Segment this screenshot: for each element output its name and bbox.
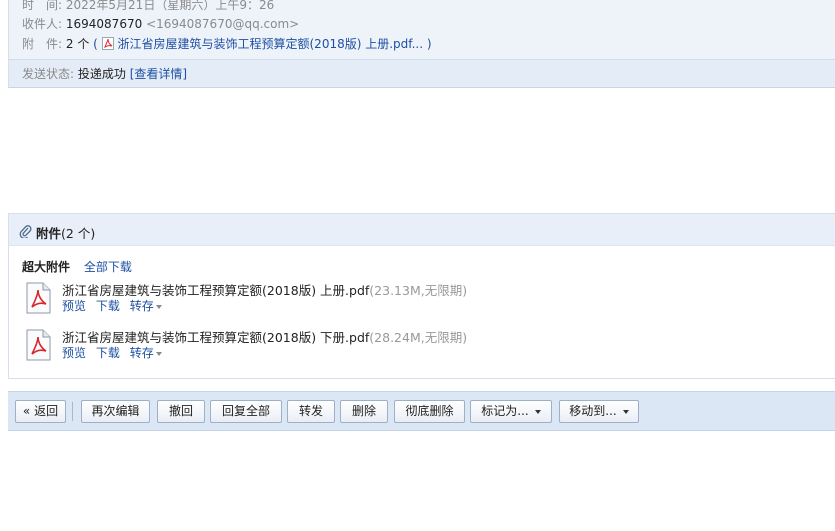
attachment-file-link[interactable]: 浙江省房屋建筑与装饰工程预算定额(2018版) 上册.pdf... [118, 37, 424, 51]
reedit-button[interactable]: 再次编辑 [81, 400, 150, 423]
attachments-title-count: (2 个) [61, 226, 96, 241]
status-value: 投递成功 [77, 67, 126, 81]
paperclip-icon [19, 225, 32, 238]
file-actions: 预览 下载 转存 [62, 297, 168, 314]
attachment-file-1: 浙江省房屋建筑与装饰工程预算定额(2018版) 上册.pdf(23.13M,无限… [23, 280, 823, 320]
big-attachment-row: 超大附件 全部下载 [22, 258, 132, 275]
file-name-text[interactable]: 浙江省房屋建筑与装饰工程预算定额(2018版) 上册.pdf [62, 283, 369, 298]
attachment-open-paren: ( [93, 37, 98, 51]
attachment-file-2: 浙江省房屋建筑与装饰工程预算定额(2018版) 下册.pdf(28.24M,无限… [23, 327, 823, 367]
download-link[interactable]: 下载 [96, 299, 120, 313]
recipient-email: <1694087670@qq.com> [146, 17, 300, 31]
recall-button[interactable]: 撤回 [157, 400, 205, 423]
save-to-dropdown[interactable]: 转存 [130, 346, 162, 360]
chevron-down-icon [622, 409, 629, 414]
status-label: 发送状态: [22, 67, 75, 81]
preview-link[interactable]: 预览 [62, 346, 86, 360]
status-detail-link[interactable]: [查看详情] [130, 67, 187, 81]
attachment-label: 附 件: [22, 37, 63, 51]
reply-all-button[interactable]: 回复全部 [210, 400, 282, 423]
download-link[interactable]: 下载 [96, 346, 120, 360]
file-name-text[interactable]: 浙江省房屋建筑与装饰工程预算定额(2018版) 下册.pdf [62, 330, 369, 345]
mail-toolbar: « 返回 再次编辑 撤回 回复全部 转发 删除 彻底删除 标记为... 移动到.… [8, 391, 835, 431]
attachments-title: 附件(2 个) [36, 223, 95, 242]
time-value: 2022年5月21日（星期六）上午9：26 [65, 0, 275, 12]
time-label: 时 间: [22, 0, 63, 12]
back-button[interactable]: « 返回 [15, 400, 66, 423]
pdf-file-icon [26, 282, 51, 314]
mark-as-dropdown[interactable]: 标记为... [470, 400, 552, 423]
mark-as-label: 标记为... [481, 404, 529, 418]
file-meta: (23.13M,无限期) [369, 283, 468, 298]
save-to-dropdown[interactable]: 转存 [130, 299, 162, 313]
attachment-count: 2 个 [65, 37, 90, 51]
save-to-label: 转存 [129, 346, 154, 360]
attachment-close-paren: ) [426, 37, 432, 51]
move-to-dropdown[interactable]: 移动到... [559, 400, 639, 423]
preview-link[interactable]: 预览 [62, 299, 86, 313]
forward-button[interactable]: 转发 [287, 400, 335, 423]
attachments-header: 附件(2 个) [9, 214, 835, 246]
delete-button[interactable]: 删除 [340, 400, 388, 423]
attachment-row: 附 件: 2 个 ( 浙江省房屋建筑与装饰工程预算定额(2018版) 上册.pd… [22, 36, 432, 52]
save-to-label: 转存 [129, 299, 154, 313]
send-status-bar: 发送状态: 投递成功 [查看详情] [9, 59, 835, 87]
file-meta: (28.24M,无限期) [369, 330, 468, 345]
delete-forever-button[interactable]: 彻底删除 [394, 400, 465, 423]
recipient-label: 收件人: [22, 17, 63, 31]
move-to-label: 移动到... [569, 404, 617, 418]
chevron-down-icon [155, 351, 162, 356]
download-all-link[interactable]: 全部下载 [84, 260, 132, 274]
recipient-row: 收件人: 1694087670 <1694087670@qq.com> [22, 16, 299, 32]
chevron-down-icon [534, 409, 541, 414]
toolbar-divider [72, 402, 73, 421]
chevron-down-icon [155, 304, 162, 309]
file-actions: 预览 下载 转存 [62, 344, 168, 361]
status-row: 发送状态: 投递成功 [查看详情] [22, 66, 187, 82]
attachments-panel: 附件(2 个) 超大附件 全部下载 浙江省房屋建筑与装饰工程预算定额(2018版… [8, 213, 835, 379]
recipient-name[interactable]: 1694087670 [66, 17, 142, 31]
mail-header: 时 间: 2022年5月21日（星期六）上午9：26 收件人: 16940876… [8, 0, 835, 88]
pdf-small-icon [101, 37, 114, 50]
pdf-file-icon [26, 329, 51, 361]
time-row: 时 间: 2022年5月21日（星期六）上午9：26 [22, 0, 274, 13]
attachments-title-bold: 附件 [36, 226, 62, 241]
big-attachment-label: 超大附件 [22, 260, 71, 274]
